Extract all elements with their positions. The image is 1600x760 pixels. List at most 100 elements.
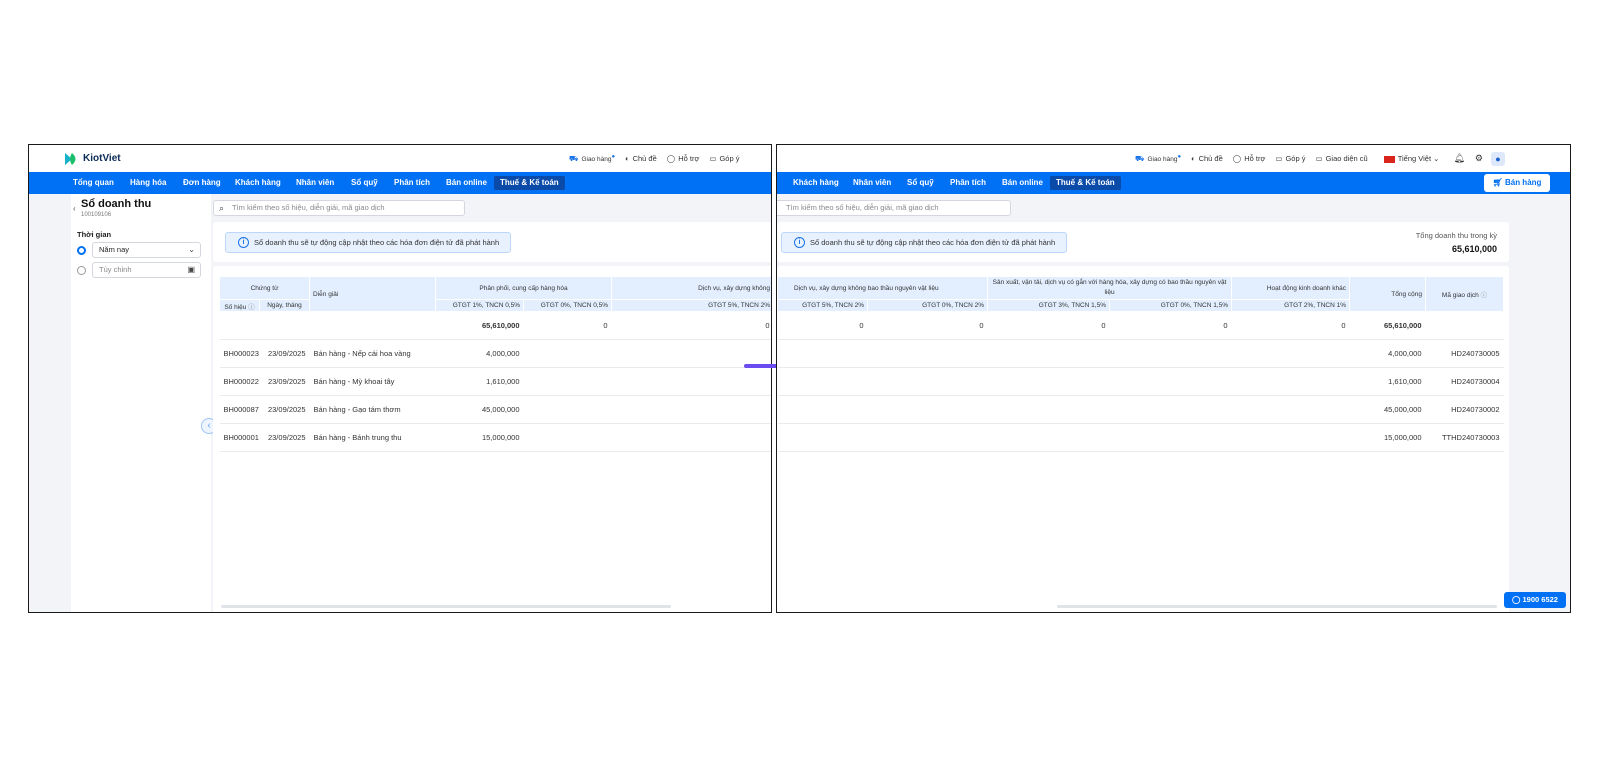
nav-phan-tich[interactable]: Phân tích xyxy=(944,176,992,190)
table-row[interactable]: 4,000,000 HD240730005 xyxy=(777,339,1504,368)
total-period-label: Tổng doanh thu trong kỳ xyxy=(1415,231,1497,240)
avatar[interactable]: ● xyxy=(1490,151,1505,166)
table-row[interactable]: BH000023 23/09/2025 Bán hàng - Nếp cái h… xyxy=(219,339,771,368)
delivery-action[interactable]: ⛟ Giao hàng● xyxy=(1135,154,1181,164)
main-nav: Khách hàng Nhân viên Sổ quỹ Phân tích Bá… xyxy=(777,172,1570,194)
chat-icon: ◯ xyxy=(1232,154,1242,163)
info-icon: ⓘ xyxy=(1480,292,1488,299)
table-row[interactable]: 1,610,000 HD240730004 xyxy=(777,367,1504,396)
nav-nhan-vien[interactable]: Nhân viên xyxy=(290,176,340,190)
hotline-button[interactable]: ◯ 1900 6522 xyxy=(1504,592,1566,608)
flag-vn-icon xyxy=(1383,155,1395,163)
th-tong-cong: Tổng cộng xyxy=(1349,276,1427,312)
cell-value: 45,000,000 xyxy=(435,395,524,424)
th-group-phan-phoi: Phân phối, cung cấp hàng hóa xyxy=(435,276,613,300)
feedback-action[interactable]: ▭ Góp ý xyxy=(1275,154,1305,163)
search-input[interactable]: ⌕Tìm kiếm theo số hiệu, diễn giải, mã gi… xyxy=(777,200,1011,216)
nav-thue-ke-toan[interactable]: Thuế & Kế toán xyxy=(494,176,565,190)
total-cell: 65,610,000 xyxy=(1349,311,1426,340)
total-cell: 0 xyxy=(1231,311,1350,340)
chevron-down-icon: ⌄ xyxy=(188,245,195,254)
cell-ma-giao-dich[interactable]: HD240730005 xyxy=(1425,339,1504,368)
kiotviet-logo-icon xyxy=(64,151,80,167)
search-icon: ⌕ xyxy=(219,203,225,213)
top-actions: ⛟ Giao hàng● ◐ Chủ đề ◯ Hỗ trợ ▭ Góp ý ▭ Giao… xyxy=(1135,145,1505,172)
brand-name: KiotViet xyxy=(83,153,121,164)
table-card: Dịch vụ, xây dựng không bao thầu nguyên … xyxy=(777,266,1509,612)
right-screenshot-pane: ⛟ Giao hàng● ◐ Chủ đề ◯ Hỗ trợ ▭ Góp ý ▭ Giao… xyxy=(776,144,1571,613)
total-cell: 0 xyxy=(867,311,988,340)
nav-ban-online[interactable]: Bán online xyxy=(996,176,1049,190)
chevron-down-icon: ⌄ xyxy=(1433,154,1440,163)
support-action[interactable]: ◯ Hỗ trợ xyxy=(1233,154,1266,163)
time-radio-this-year[interactable] xyxy=(77,246,86,255)
table-row[interactable]: BH000001 23/09/2025 Bán hàng - Bánh trun… xyxy=(219,423,771,452)
table-row[interactable]: BH000087 23/09/2025 Bán hàng - Gạo tám t… xyxy=(219,395,771,424)
top-actions: ⛟ Giao hàng● ◐ Chủ đề ◯ Hỗ trợ ▭ Góp ý xyxy=(569,145,739,172)
back-icon[interactable]: ‹ xyxy=(73,204,76,213)
info-icon: ⓘ xyxy=(248,303,255,311)
sell-button[interactable]: 🛒︎ Bán hàng xyxy=(1484,174,1550,192)
nav-nhan-vien[interactable]: Nhân viên xyxy=(847,176,897,190)
th-gtgt1: GTGT 1%, TNCN 0,5% xyxy=(435,299,525,312)
support-action[interactable]: ◯ Hỗ trợ xyxy=(667,154,700,163)
truck-icon: ⛟ xyxy=(1135,153,1145,163)
horizontal-scrollbar[interactable] xyxy=(221,605,671,608)
th-gtgt2: GTGT 2%, TNCN 1% xyxy=(1231,299,1351,312)
time-select[interactable]: Năm nay ⌄ xyxy=(92,242,201,258)
time-radio-custom[interactable] xyxy=(77,266,86,275)
table-row[interactable]: BH000022 23/09/2025 Bán hàng - Mỳ khoai … xyxy=(219,367,771,396)
th-gtgt0: GTGT 0%, TNCN 0,5% xyxy=(523,299,613,312)
bell-icon[interactable]: 🔔︎ xyxy=(1453,153,1464,164)
chat-icon: ◯ xyxy=(1512,595,1521,604)
nav-tong-quan[interactable]: Tổng quan xyxy=(67,176,120,190)
nav-so-quy[interactable]: Sổ quỹ xyxy=(901,176,940,190)
nav-ban-online[interactable]: Bán online xyxy=(440,176,493,190)
cell-ngay: 23/09/2025 xyxy=(259,339,310,368)
notify-dot-icon: ● xyxy=(1177,153,1182,160)
delivery-action[interactable]: ⛟ Giao hàng● xyxy=(569,154,615,164)
nav-don-hang[interactable]: Đơn hàng xyxy=(177,176,227,190)
cell-so-hieu[interactable]: BH000023 xyxy=(219,339,260,368)
table-row[interactable]: 15,000,000 TTHD240730003 xyxy=(777,423,1504,452)
cell-ma-giao-dich[interactable]: HD240730004 xyxy=(1425,367,1504,396)
cell-ma-giao-dich[interactable]: TTHD240730003 xyxy=(1425,423,1504,452)
nav-phan-tich[interactable]: Phân tích xyxy=(388,176,436,190)
top-header: KiotViet ⛟ Giao hàng● ◐ Chủ đề ◯ Hỗ trợ ▭ Gó… xyxy=(29,145,771,172)
theme-action[interactable]: ◐ Chủ đề xyxy=(625,154,657,163)
info-icon: i xyxy=(794,237,805,248)
cell-ngay: 23/09/2025 xyxy=(259,395,310,424)
feedback-action[interactable]: ▭ Góp ý xyxy=(709,154,739,163)
total-cell: 0 xyxy=(611,311,771,340)
palette-icon: ◐ xyxy=(625,154,630,163)
language-select[interactable]: Tiếng Việt ⌄ xyxy=(1383,154,1440,163)
cell-so-hieu[interactable]: BH000022 xyxy=(219,367,260,396)
th-ngay-thang: Ngày, tháng xyxy=(258,299,311,312)
horizontal-scrollbar[interactable] xyxy=(1057,605,1497,608)
cell-so-hieu[interactable]: BH000087 xyxy=(219,395,260,424)
nav-thue-ke-toan[interactable]: Thuế & Kế toán xyxy=(1050,176,1121,190)
old-ui-action[interactable]: ▭ Giao diện cũ xyxy=(1315,154,1367,163)
calendar-icon: ▣ xyxy=(187,265,195,274)
th-dien-giai: Diễn giải xyxy=(309,276,437,312)
nav-khach-hang[interactable]: Khách hàng xyxy=(229,176,287,190)
gear-icon[interactable]: ⚙ xyxy=(1475,153,1483,164)
theme-action[interactable]: ◐ Chủ đề xyxy=(1191,154,1223,163)
nav-so-quy[interactable]: Sổ quỹ xyxy=(345,176,384,190)
notice-banner: i Sổ doanh thu sẽ tự động cập nhật theo c… xyxy=(225,232,511,253)
cell-tong-cong: 45,000,000 xyxy=(1349,395,1426,424)
page-title: Sổ doanh thu xyxy=(81,198,152,210)
nav-khach-hang[interactable]: Khách hàng xyxy=(787,176,845,190)
total-cell: 0 xyxy=(523,311,612,340)
totals-row: 65,610,000 0 0 xyxy=(219,311,771,340)
th-gtgt5: GTGT 5%, TNCN 2% xyxy=(611,299,771,312)
chat-icon: ◯ xyxy=(666,154,676,163)
nav-hang-hoa[interactable]: Hàng hóa xyxy=(124,176,172,190)
custom-date-input[interactable]: Tùy chỉnh ▣ xyxy=(92,262,201,278)
cell-ma-giao-dich[interactable]: HD240730002 xyxy=(1425,395,1504,424)
cell-so-hieu[interactable]: BH000001 xyxy=(219,423,260,452)
top-header: ⛟ Giao hàng● ◐ Chủ đề ◯ Hỗ trợ ▭ Góp ý ▭ Giao… xyxy=(777,145,1570,172)
search-input[interactable]: ⌕Tìm kiếm theo số hiệu, diễn giải, mã gi… xyxy=(213,200,465,216)
cell-value: 4,000,000 xyxy=(435,339,524,368)
table-row[interactable]: 45,000,000 HD240730002 xyxy=(777,395,1504,424)
